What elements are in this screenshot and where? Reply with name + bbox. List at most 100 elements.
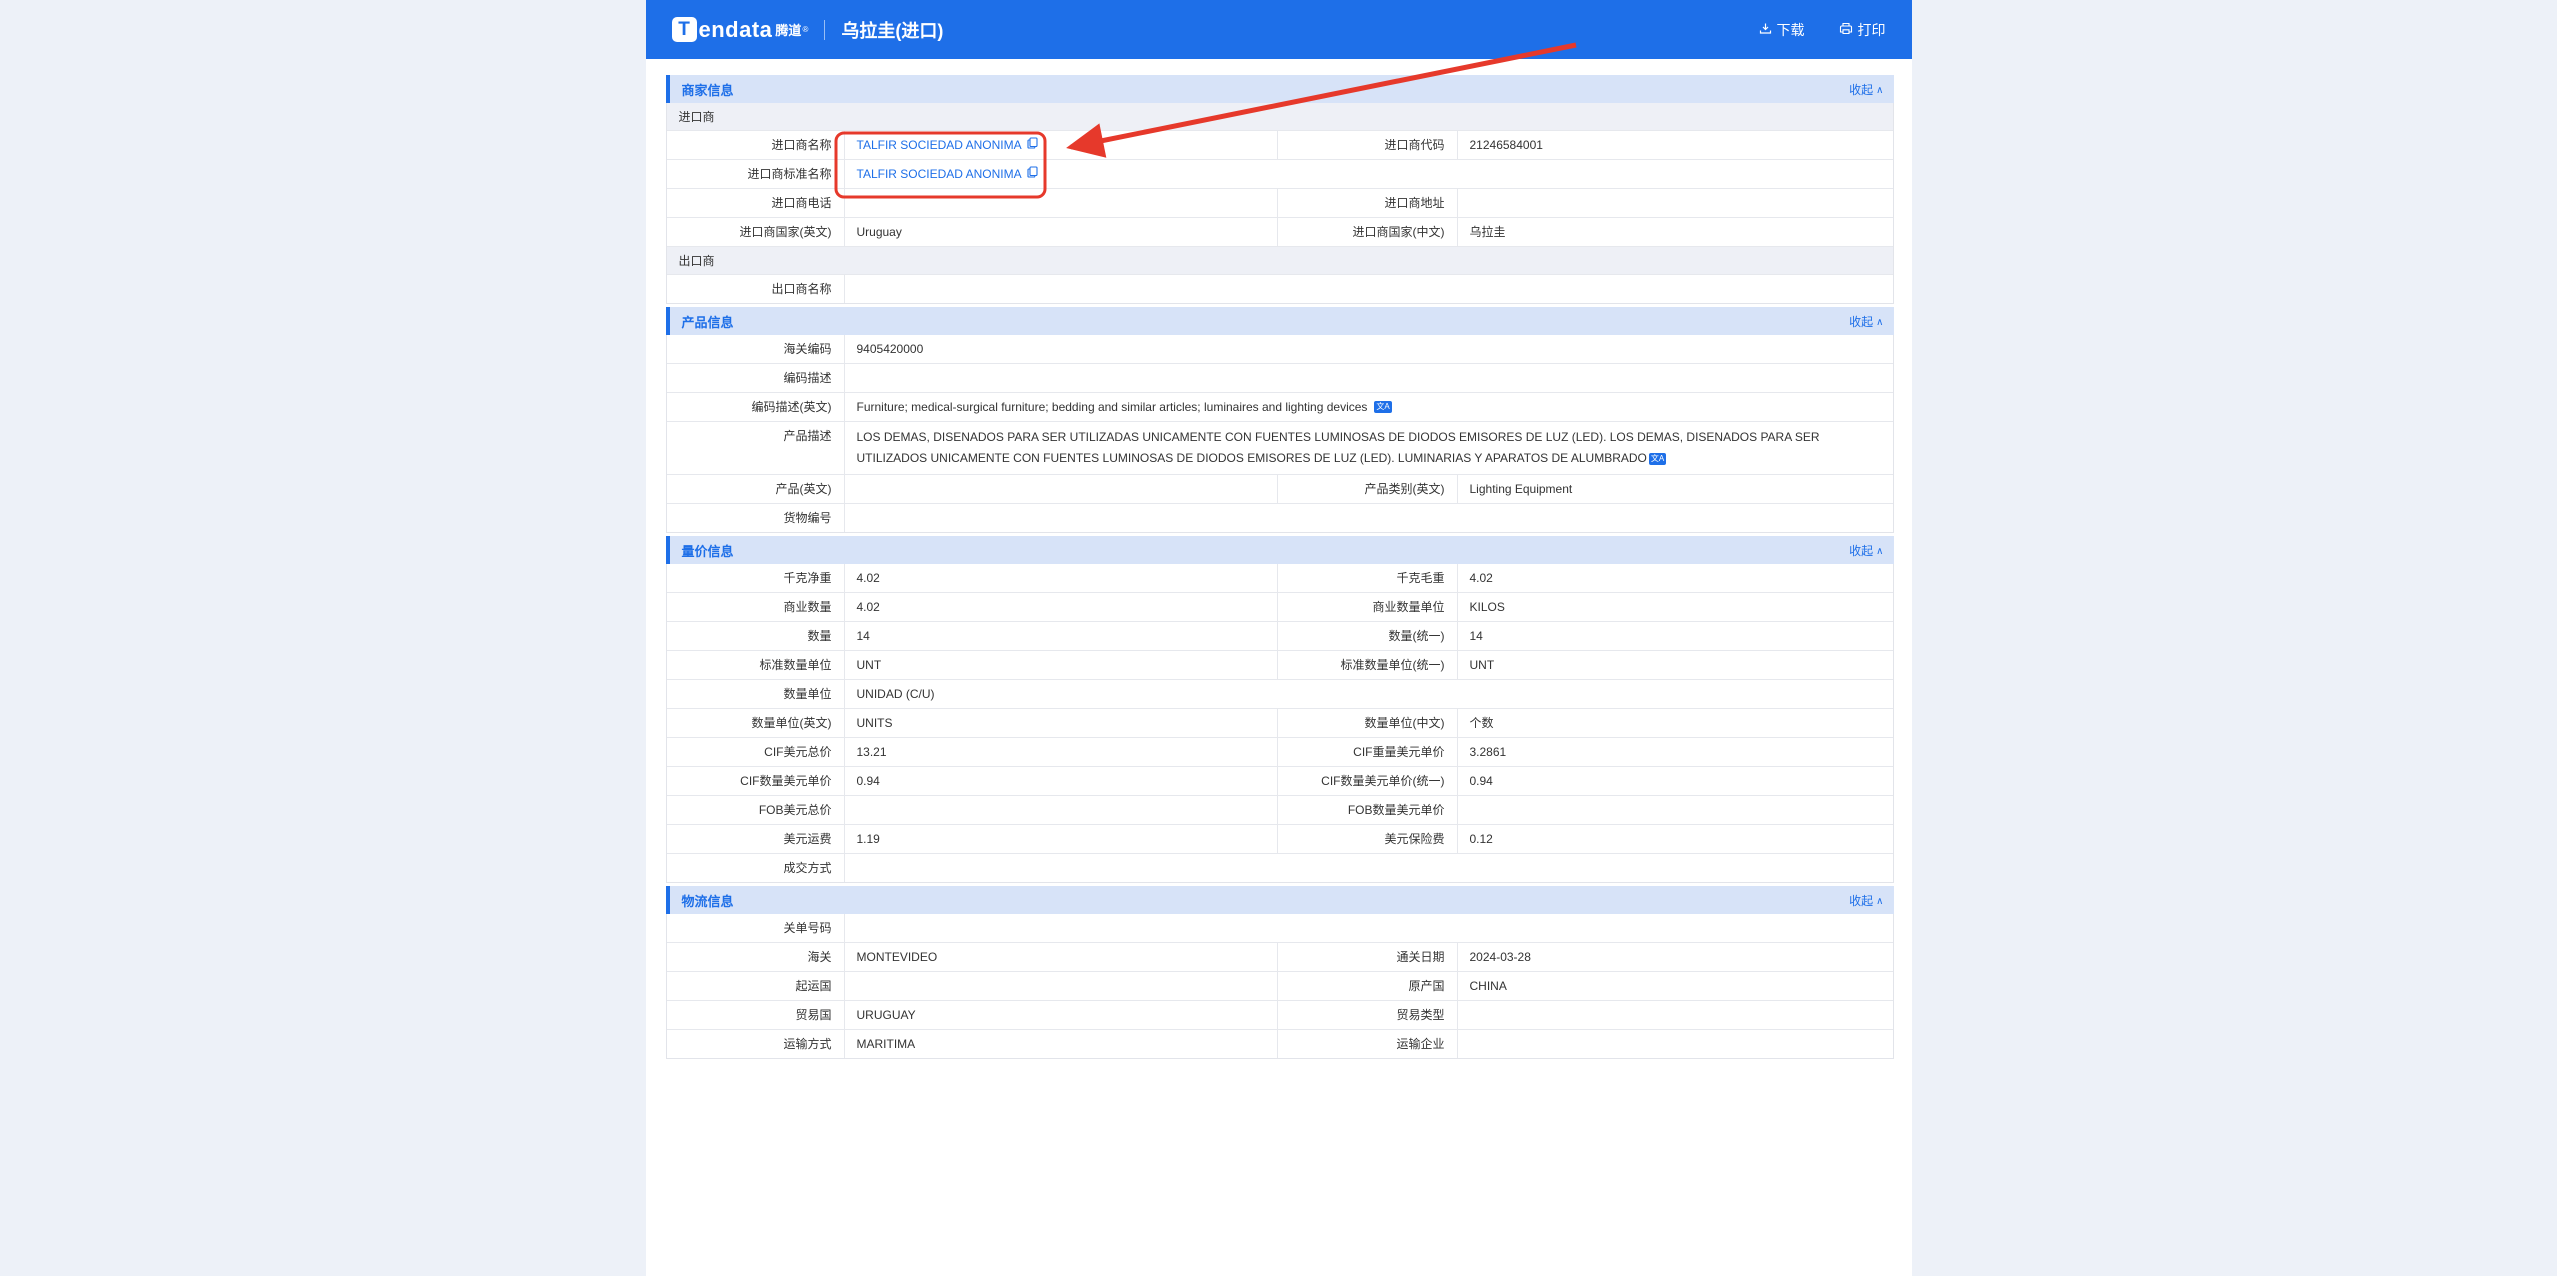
- table-row: 美元运费1.19美元保险费0.12: [667, 825, 1893, 854]
- field-value: 3.2861: [1457, 738, 1893, 766]
- translate-icon[interactable]: 文A: [1649, 453, 1666, 465]
- table-row: 关单号码: [667, 914, 1893, 943]
- section-title: 量价信息: [682, 541, 734, 560]
- table-row: 出口商名称: [667, 275, 1893, 303]
- field-value: URUGUAY: [844, 1001, 1277, 1029]
- field-label: 数量单位(英文): [667, 709, 844, 737]
- translate-icon[interactable]: 文A: [1374, 401, 1391, 413]
- copy-icon[interactable]: [1027, 160, 1038, 188]
- table-row: 运输方式MARITIMA运输企业: [667, 1030, 1893, 1058]
- field-value: [844, 796, 1277, 824]
- field-value: 0.94: [1457, 767, 1893, 795]
- field-label: 贸易国: [667, 1001, 844, 1029]
- field-value: [844, 189, 1277, 217]
- print-icon: [1839, 22, 1853, 38]
- collapse-button[interactable]: 收起∧: [1849, 542, 1883, 559]
- section-header-product: 产品信息 收起∧: [666, 307, 1894, 335]
- print-label: 打印: [1858, 20, 1886, 40]
- table-row: 数量14数量(统一)14: [667, 622, 1893, 651]
- field-label: 关单号码: [667, 914, 844, 942]
- download-button[interactable]: 下载: [1759, 20, 1805, 40]
- company-link[interactable]: TALFIR SOCIEDAD ANONIMA: [857, 160, 1022, 188]
- field-value: MONTEVIDEO: [844, 943, 1277, 971]
- field-value: LOS DEMAS, DISENADOS PARA SER UTILIZADAS…: [844, 422, 1893, 474]
- field-value: 9405420000: [844, 335, 1893, 363]
- field-value-text: UNIDAD (C/U): [857, 680, 935, 708]
- field-value: 13.21: [844, 738, 1277, 766]
- download-label: 下载: [1777, 20, 1805, 40]
- field-label: 商业数量: [667, 593, 844, 621]
- field-value: UNIDAD (C/U): [844, 680, 1893, 708]
- collapse-button[interactable]: 收起∧: [1849, 892, 1883, 909]
- table-subheader: 出口商: [667, 247, 1893, 275]
- chevron-up-icon: ∧: [1876, 317, 1883, 328]
- table-row: 进口商名称TALFIR SOCIEDAD ANONIMA进口商代码2124658…: [667, 131, 1893, 160]
- section-accent-bar: [666, 536, 670, 564]
- collapse-button[interactable]: 收起∧: [1849, 81, 1883, 98]
- company-link[interactable]: TALFIR SOCIEDAD ANONIMA: [857, 131, 1022, 159]
- field-label: CIF美元总价: [667, 738, 844, 766]
- info-table: 千克净重4.02千克毛重4.02商业数量4.02商业数量单位KILOS数量14数…: [666, 564, 1894, 883]
- field-value: 14: [844, 622, 1277, 650]
- tendata-logo-cn: 腾道: [775, 20, 801, 39]
- field-value: 1.19: [844, 825, 1277, 853]
- field-value-text: UNT: [857, 651, 882, 679]
- field-value-text: KILOS: [1470, 593, 1505, 621]
- field-label: 编码描述: [667, 364, 844, 392]
- page-title: 乌拉圭(进口): [841, 17, 943, 43]
- table-row: 进口商电话进口商地址: [667, 189, 1893, 218]
- field-label: 数量: [667, 622, 844, 650]
- field-label: CIF数量美元单价: [667, 767, 844, 795]
- field-value-text: 3.2861: [1470, 738, 1507, 766]
- field-value: [844, 475, 1277, 503]
- section-header-merchant: 商家信息收起∧: [666, 75, 1894, 103]
- section-title: 产品信息: [682, 312, 734, 331]
- table-row: 产品描述LOS DEMAS, DISENADOS PARA SER UTILIZ…: [667, 422, 1893, 475]
- chevron-up-icon: ∧: [1876, 85, 1883, 96]
- table-row: 成交方式: [667, 854, 1893, 882]
- field-value: 4.02: [844, 564, 1277, 592]
- field-value: [1457, 796, 1893, 824]
- field-label: 通关日期: [1277, 943, 1457, 971]
- field-value-text: Uruguay: [857, 218, 902, 246]
- print-button[interactable]: 打印: [1839, 20, 1886, 40]
- field-value: [844, 854, 1893, 882]
- field-value: UNT: [1457, 651, 1893, 679]
- info-table: 进口商进口商名称TALFIR SOCIEDAD ANONIMA进口商代码2124…: [666, 103, 1894, 304]
- field-value: UNT: [844, 651, 1277, 679]
- field-value: 乌拉圭: [1457, 218, 1893, 246]
- table-row: 贸易国URUGUAY贸易类型: [667, 1001, 1893, 1030]
- copy-icon[interactable]: [1027, 131, 1038, 159]
- table-row: 进口商国家(英文)Uruguay进口商国家(中文)乌拉圭: [667, 218, 1893, 247]
- field-value: 个数: [1457, 709, 1893, 737]
- field-label: 运输企业: [1277, 1030, 1457, 1058]
- field-label: 海关: [667, 943, 844, 971]
- section-accent-bar: [666, 307, 670, 335]
- header-divider: [824, 20, 825, 40]
- field-value: [1457, 1001, 1893, 1029]
- field-value: [844, 504, 1893, 532]
- field-value-text: URUGUAY: [857, 1001, 916, 1029]
- table-row: CIF数量美元单价0.94CIF数量美元单价(统一)0.94: [667, 767, 1893, 796]
- table-row: 货物编号: [667, 504, 1893, 532]
- collapse-button[interactable]: 收起∧: [1849, 313, 1883, 330]
- field-label: 进口商地址: [1277, 189, 1457, 217]
- field-value-text: Lighting Equipment: [1470, 475, 1573, 503]
- page-container: T endata 腾道 ® 乌拉圭(进口) 下载 打印 商家信息收起∧进口商进口…: [646, 0, 1912, 1276]
- header-actions: 下载 打印: [1759, 20, 1886, 40]
- field-value-text: Furniture; medical-surgical furniture; b…: [857, 393, 1368, 421]
- field-value-text: 乌拉圭: [1470, 218, 1506, 246]
- field-label: 商业数量单位: [1277, 593, 1457, 621]
- field-value: CHINA: [1457, 972, 1893, 1000]
- field-label: 成交方式: [667, 854, 844, 882]
- field-label: 运输方式: [667, 1030, 844, 1058]
- section-quantity-price: 量价信息收起∧千克净重4.02千克毛重4.02商业数量4.02商业数量单位KIL…: [666, 536, 1894, 883]
- collapse-label: 收起: [1849, 313, 1873, 330]
- field-label: 海关编码: [667, 335, 844, 363]
- field-value: 4.02: [1457, 564, 1893, 592]
- tendata-logo: T endata 腾道 ®: [672, 17, 809, 43]
- field-value: 2024-03-28: [1457, 943, 1893, 971]
- field-label: 数量单位(中文): [1277, 709, 1457, 737]
- field-label: FOB数量美元单价: [1277, 796, 1457, 824]
- table-row: 编码描述: [667, 364, 1893, 393]
